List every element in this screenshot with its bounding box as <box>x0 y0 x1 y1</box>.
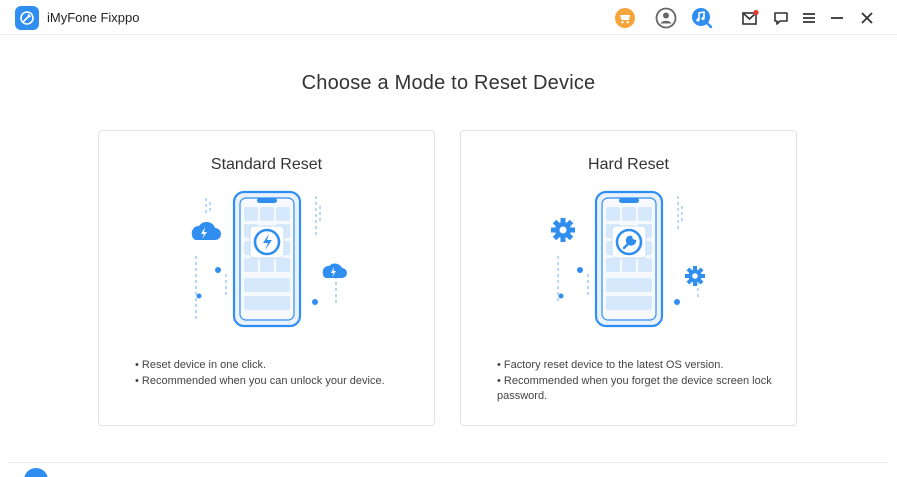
app-window: iMyFone Fixppo Choose a Mode to Reset De… <box>0 0 897 477</box>
app-title: iMyFone Fixppo <box>47 10 140 25</box>
close-icon[interactable] <box>855 6 879 30</box>
bullet-item: • Reset device in one click. <box>135 359 267 371</box>
card-title: Hard Reset <box>588 156 669 173</box>
cart-icon[interactable] <box>613 6 637 30</box>
hard-reset-illustration-icon <box>549 186 719 331</box>
minimize-icon[interactable] <box>825 6 849 30</box>
user-icon[interactable] <box>654 6 678 30</box>
bullet-item: • Recommended when you can unlock your d… <box>135 374 385 387</box>
footer-divider <box>8 462 889 463</box>
card-description: • Factory reset device to the latest OS … <box>497 358 772 405</box>
bullet-item: • Factory reset device to the latest OS … <box>497 359 724 371</box>
app-logo-icon <box>15 6 39 30</box>
mail-icon[interactable] <box>738 6 762 30</box>
title-bar: iMyFone Fixppo <box>0 0 897 35</box>
help-icon[interactable] <box>24 468 48 477</box>
music-search-icon[interactable] <box>690 6 714 30</box>
standard-reset-card[interactable]: Standard Reset • Reset device in one cli… <box>98 130 435 426</box>
standard-reset-illustration-icon <box>187 186 357 331</box>
hard-reset-card[interactable]: Hard Reset • Factory reset device to the… <box>460 130 797 426</box>
feedback-icon[interactable] <box>769 6 793 30</box>
card-description: • Reset device in one click. • Recommend… <box>135 358 410 389</box>
menu-icon[interactable] <box>797 6 821 30</box>
bullet-item: • Recommended when you forget the device… <box>497 374 772 403</box>
page-title: Choose a Mode to Reset Device <box>301 72 596 94</box>
card-title: Standard Reset <box>210 156 323 173</box>
